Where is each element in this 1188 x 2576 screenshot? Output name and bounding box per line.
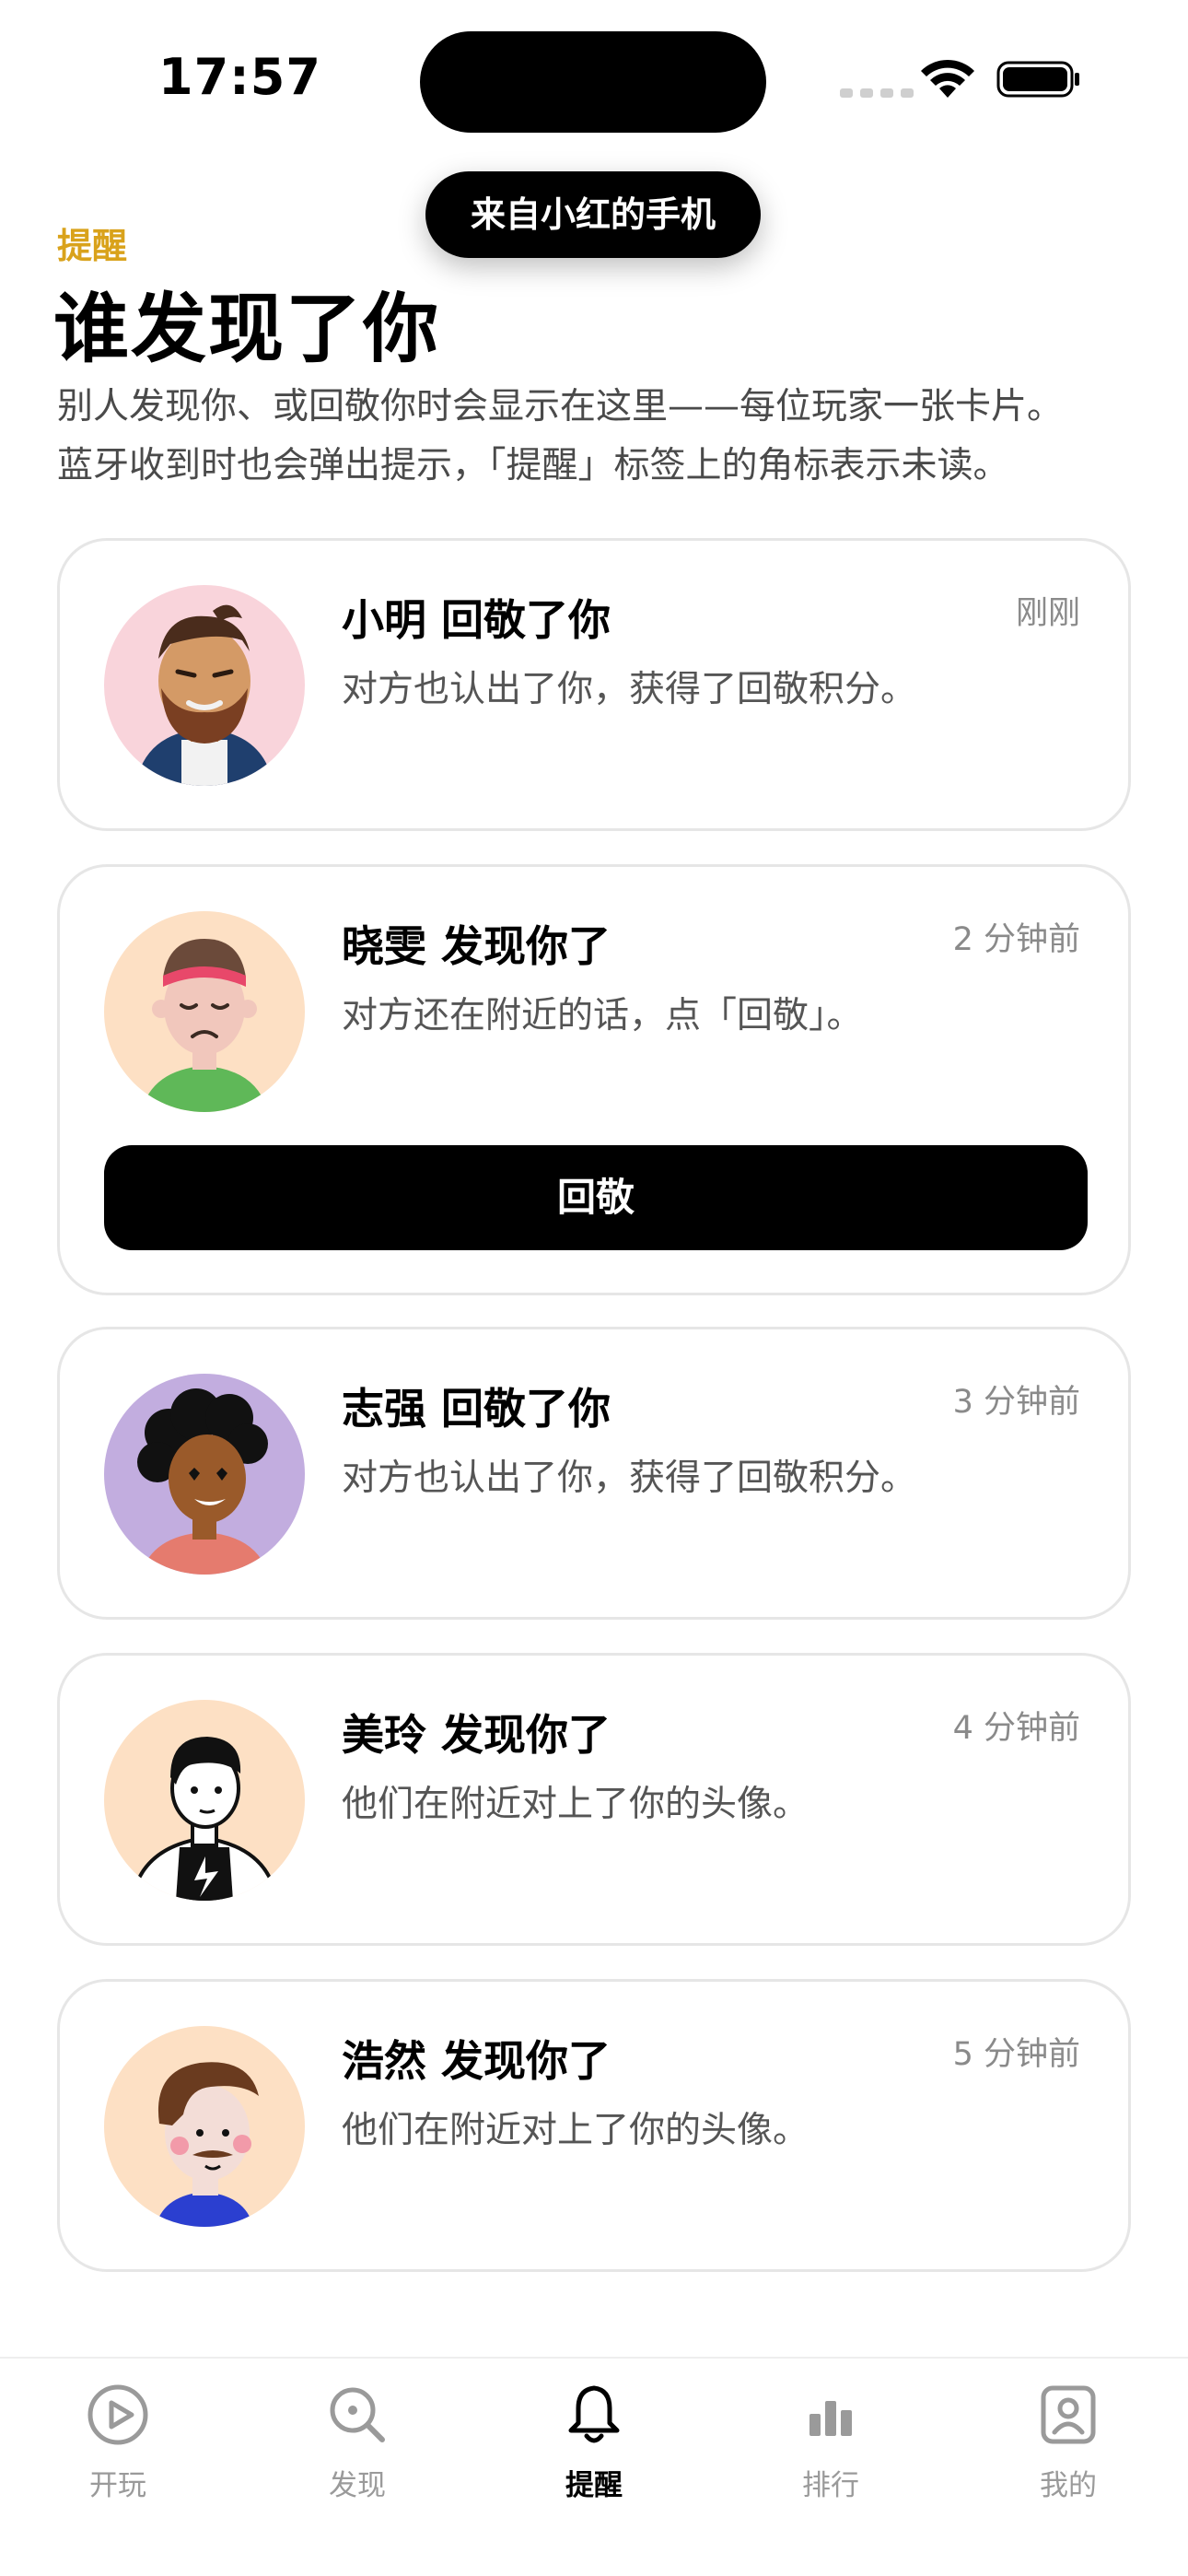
notification-title: 美玲 发现你了 bbox=[342, 1710, 611, 1760]
tab-alerts[interactable]: 提醒 bbox=[520, 2379, 668, 2503]
bluetooth-toast[interactable]: 来自小红的手机 bbox=[425, 171, 761, 258]
avatar-headband-person-icon bbox=[104, 911, 305, 1112]
notification-card[interactable]: 志强 回敬了你 3 分钟前 对方也认出了你，获得了回敬积分。 bbox=[57, 1327, 1131, 1620]
notification-title: 志强 回敬了你 bbox=[342, 1384, 611, 1434]
tab-ranking[interactable]: 排行 bbox=[757, 2379, 904, 2503]
notification-time: 3 分钟前 bbox=[952, 1384, 1080, 1421]
battery-icon bbox=[996, 61, 1079, 98]
tab-label: 提醒 bbox=[565, 2469, 623, 2502]
tab-label: 发现 bbox=[329, 2469, 386, 2502]
profile-icon bbox=[1041, 2385, 1096, 2444]
notification-card[interactable]: 小明 回敬了你 刚刚 对方也认出了你，获得了回敬积分。 bbox=[57, 538, 1131, 831]
avatar-line-art-man-icon bbox=[104, 1700, 305, 1901]
notification-time: 刚刚 bbox=[1015, 595, 1080, 632]
notification-time: 5 分钟前 bbox=[952, 2036, 1080, 2073]
app-screen: 17:57 来自小红的手机 提醒 谁发现了你 别人发现你、或回敬你时会显示在这里… bbox=[0, 0, 1188, 2576]
avatar-mustache-man-icon bbox=[104, 2026, 305, 2227]
tab-label: 排行 bbox=[802, 2469, 859, 2502]
description-line: 蓝牙收到时也会弹出提示，「提醒」标签上的角标表示未读。 bbox=[57, 445, 1009, 486]
wifi-icon bbox=[921, 59, 974, 98]
notification-time: 2 分钟前 bbox=[952, 921, 1080, 958]
tab-play[interactable]: 开玩 bbox=[44, 2379, 192, 2503]
avatar bbox=[104, 1374, 305, 1575]
page-title: 谁发现了你 bbox=[53, 286, 441, 373]
page-description: 别人发现你、或回敬你时会显示在这里——每位玩家一张卡片。 蓝牙收到时也会弹出提示… bbox=[57, 378, 1144, 496]
play-icon bbox=[87, 2384, 148, 2445]
avatar bbox=[104, 585, 305, 786]
tab-discover[interactable]: 发现 bbox=[284, 2379, 431, 2503]
notification-card[interactable]: 浩然 发现你了 5 分钟前 他们在附近对上了你的头像。 bbox=[57, 1979, 1131, 2272]
dynamic-island bbox=[420, 31, 766, 133]
search-icon bbox=[330, 2387, 385, 2442]
tab-label: 我的 bbox=[1040, 2469, 1097, 2502]
notification-time: 4 分钟前 bbox=[952, 1710, 1080, 1747]
avatar-bearded-man-icon bbox=[104, 585, 305, 786]
tab-profile[interactable]: 我的 bbox=[995, 2379, 1142, 2503]
tab-bar: 开玩 发现 提醒 排行 我的 bbox=[0, 2357, 1188, 2576]
avatar bbox=[104, 2026, 305, 2227]
notification-message: 他们在附近对上了你的头像。 bbox=[342, 2110, 809, 2151]
notification-message: 他们在附近对上了你的头像。 bbox=[342, 1784, 809, 1825]
reply-button[interactable]: 回敬 bbox=[104, 1145, 1088, 1250]
tab-label: 开玩 bbox=[89, 2469, 146, 2502]
notification-message: 对方也认出了你，获得了回敬积分。 bbox=[342, 1458, 917, 1499]
notification-title: 小明 回敬了你 bbox=[342, 595, 611, 645]
cellular-signal-icon bbox=[840, 88, 914, 98]
notification-title: 晓雯 发现你了 bbox=[342, 921, 611, 971]
bar-chart-icon bbox=[809, 2401, 852, 2436]
notification-message: 对方还在附近的话，点「回敬」。 bbox=[342, 995, 863, 1036]
bell-icon bbox=[568, 2385, 620, 2443]
avatar-curly-hair-woman-icon bbox=[104, 1374, 305, 1575]
avatar bbox=[104, 1700, 305, 1901]
notification-title: 浩然 发现你了 bbox=[342, 2036, 611, 2086]
description-line: 别人发现你、或回敬你时会显示在这里——每位玩家一张卡片。 bbox=[57, 386, 1064, 427]
avatar bbox=[104, 911, 305, 1112]
notification-message: 对方也认出了你，获得了回敬积分。 bbox=[342, 669, 917, 710]
notification-card[interactable]: 美玲 发现你了 4 分钟前 他们在附近对上了你的头像。 bbox=[57, 1653, 1131, 1946]
status-time: 17:57 bbox=[158, 48, 321, 106]
notification-card[interactable]: 晓雯 发现你了 2 分钟前 对方还在附近的话，点「回敬」。 回敬 bbox=[57, 864, 1131, 1295]
section-overline: 提醒 bbox=[57, 226, 128, 266]
